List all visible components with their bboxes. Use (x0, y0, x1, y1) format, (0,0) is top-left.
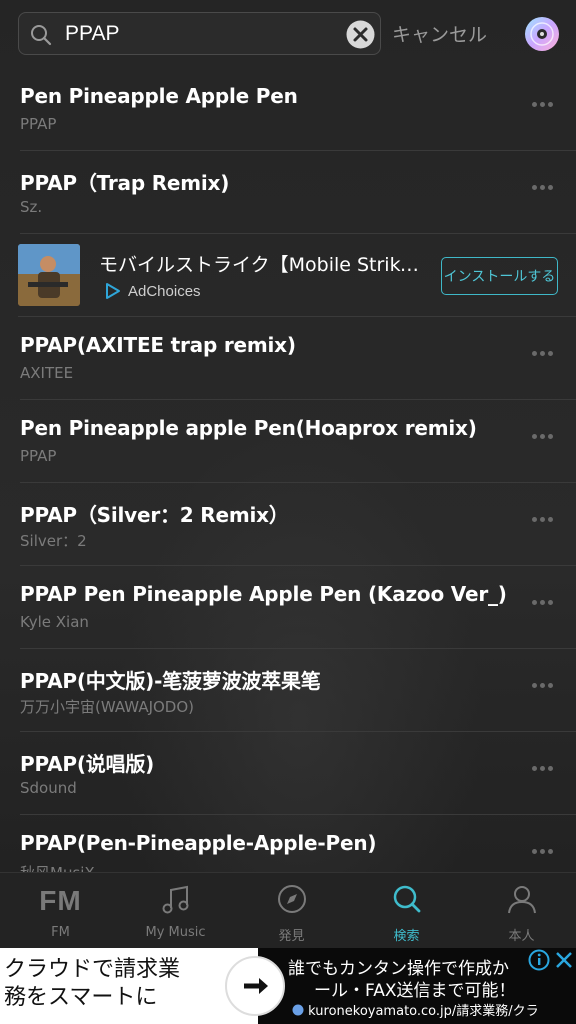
clear-icon[interactable] (346, 20, 375, 49)
more-icon[interactable] (532, 351, 554, 357)
ad-info-icon[interactable] (528, 949, 550, 971)
close-icon[interactable] (553, 949, 575, 971)
person-icon (507, 886, 536, 914)
song-title: PPAP(AXITEE trap remix) (20, 333, 296, 357)
tab-profile[interactable]: 本人 (464, 873, 576, 949)
song-row[interactable]: Pen Pineapple apple Pen(Hoaprox remix) P… (20, 400, 576, 483)
arrow-right-icon (244, 978, 268, 994)
inline-ad[interactable]: モバイルストライク【Mobile Strike】 AdChoices インストー… (18, 234, 576, 317)
more-icon[interactable] (532, 102, 554, 108)
adchoices-label: AdChoices (128, 282, 201, 300)
song-title: PPAP(说唱版) (20, 752, 155, 776)
banner-ad-url-text: kuronekoyamato.co.jp/請求業務/クラ (308, 1004, 539, 1019)
search-results-list: Pen Pineapple Apple Pen PPAP PPAP（Trap R… (0, 68, 576, 898)
song-row[interactable]: PPAP Pen Pineapple Apple Pen (Kazoo Ver_… (20, 566, 576, 649)
more-icon[interactable] (532, 683, 554, 689)
banner-arrow-button[interactable] (225, 956, 285, 1016)
song-artist: Silver：2 (20, 532, 87, 550)
song-artist: PPAP (20, 115, 57, 133)
song-row[interactable]: PPAP（Trap Remix) Sz. (20, 151, 576, 234)
music-note-icon (162, 885, 188, 914)
tab-my-music[interactable]: My Music (118, 873, 233, 949)
disc-icon[interactable] (523, 15, 561, 53)
tab-search[interactable]: 検索 (349, 873, 464, 949)
song-row[interactable]: PPAP(说唱版) Sdound (20, 732, 576, 815)
song-artist: Sz. (20, 198, 43, 216)
ad-thumbnail[interactable] (18, 244, 80, 306)
song-row[interactable]: PPAP(AXITEE trap remix) AXITEE (20, 317, 576, 400)
more-icon[interactable] (532, 517, 554, 523)
ad-title: モバイルストライク【Mobile Strike】 (99, 254, 424, 276)
search-input[interactable] (65, 19, 335, 49)
globe-icon (292, 1004, 304, 1016)
search-icon (393, 885, 420, 913)
tab-discover[interactable]: 発見 (234, 873, 349, 949)
song-title: PPAP（Trap Remix) (20, 171, 230, 195)
tab-label: 発見 (278, 929, 305, 944)
ad-image (18, 244, 80, 306)
more-icon[interactable] (532, 849, 554, 855)
banner-ad-left: クラウドで請求業 務をスマートに (0, 948, 220, 1024)
search-icon (31, 25, 52, 46)
song-title: PPAP Pen Pineapple Apple Pen (Kazoo Ver_… (20, 582, 507, 606)
song-row[interactable]: Pen Pineapple Apple Pen PPAP (20, 68, 576, 151)
fm-icon: FM (39, 885, 82, 916)
song-artist: 万万小宇宙(WAWAJODO) (20, 698, 195, 716)
search-bar[interactable] (18, 12, 381, 55)
banner-ad-text: クラウドで請求業 (4, 957, 181, 982)
tab-bar: FM FM My Music 発見 検索 本人 (0, 872, 576, 948)
song-title: Pen Pineapple apple Pen(Hoaprox remix) (20, 416, 477, 440)
tab-label: FM (51, 925, 70, 940)
adchoices-link[interactable]: AdChoices (104, 282, 201, 300)
tab-fm[interactable]: FM FM (3, 873, 118, 949)
more-icon[interactable] (532, 766, 554, 772)
more-icon[interactable] (532, 185, 554, 191)
song-title: PPAP(中文版)-笔菠萝波波萃果笔 (20, 669, 321, 693)
more-icon[interactable] (532, 434, 554, 440)
banner-ad-url[interactable]: kuronekoyamato.co.jp/請求業務/クラ (292, 1000, 539, 1019)
tab-label: 検索 (393, 929, 420, 944)
song-title: PPAP(Pen-Pineapple-Apple-Pen) (20, 831, 377, 855)
song-title: Pen Pineapple Apple Pen (20, 84, 298, 108)
song-title: PPAP（Silver：2 Remix） (20, 503, 289, 527)
song-artist: PPAP (20, 447, 57, 465)
tab-label: 本人 (508, 929, 535, 944)
song-row[interactable]: PPAP(中文版)-笔菠萝波波萃果笔 万万小宇宙(WAWAJODO) (20, 649, 576, 732)
song-artist: Kyle Xian (20, 613, 89, 631)
song-artist: AXITEE (20, 364, 74, 382)
banner-ad[interactable]: クラウドで請求業 務をスマートに 誰でもカンタン操作で作成か ール・FAX送信ま… (0, 948, 576, 1024)
install-button[interactable]: インストールする (441, 257, 558, 295)
adchoices-icon (106, 283, 120, 299)
tab-label: My Music (145, 925, 206, 940)
song-artist: Sdound (20, 779, 77, 797)
compass-icon (277, 885, 306, 913)
banner-ad-text: ール・FAX送信まで可能！ (314, 981, 516, 1001)
song-row[interactable]: PPAP（Silver：2 Remix） Silver：2 (20, 483, 576, 566)
cancel-button[interactable]: キャンセル (392, 20, 487, 47)
more-icon[interactable] (532, 600, 554, 606)
banner-ad-text: 務をスマートに (4, 985, 158, 1010)
